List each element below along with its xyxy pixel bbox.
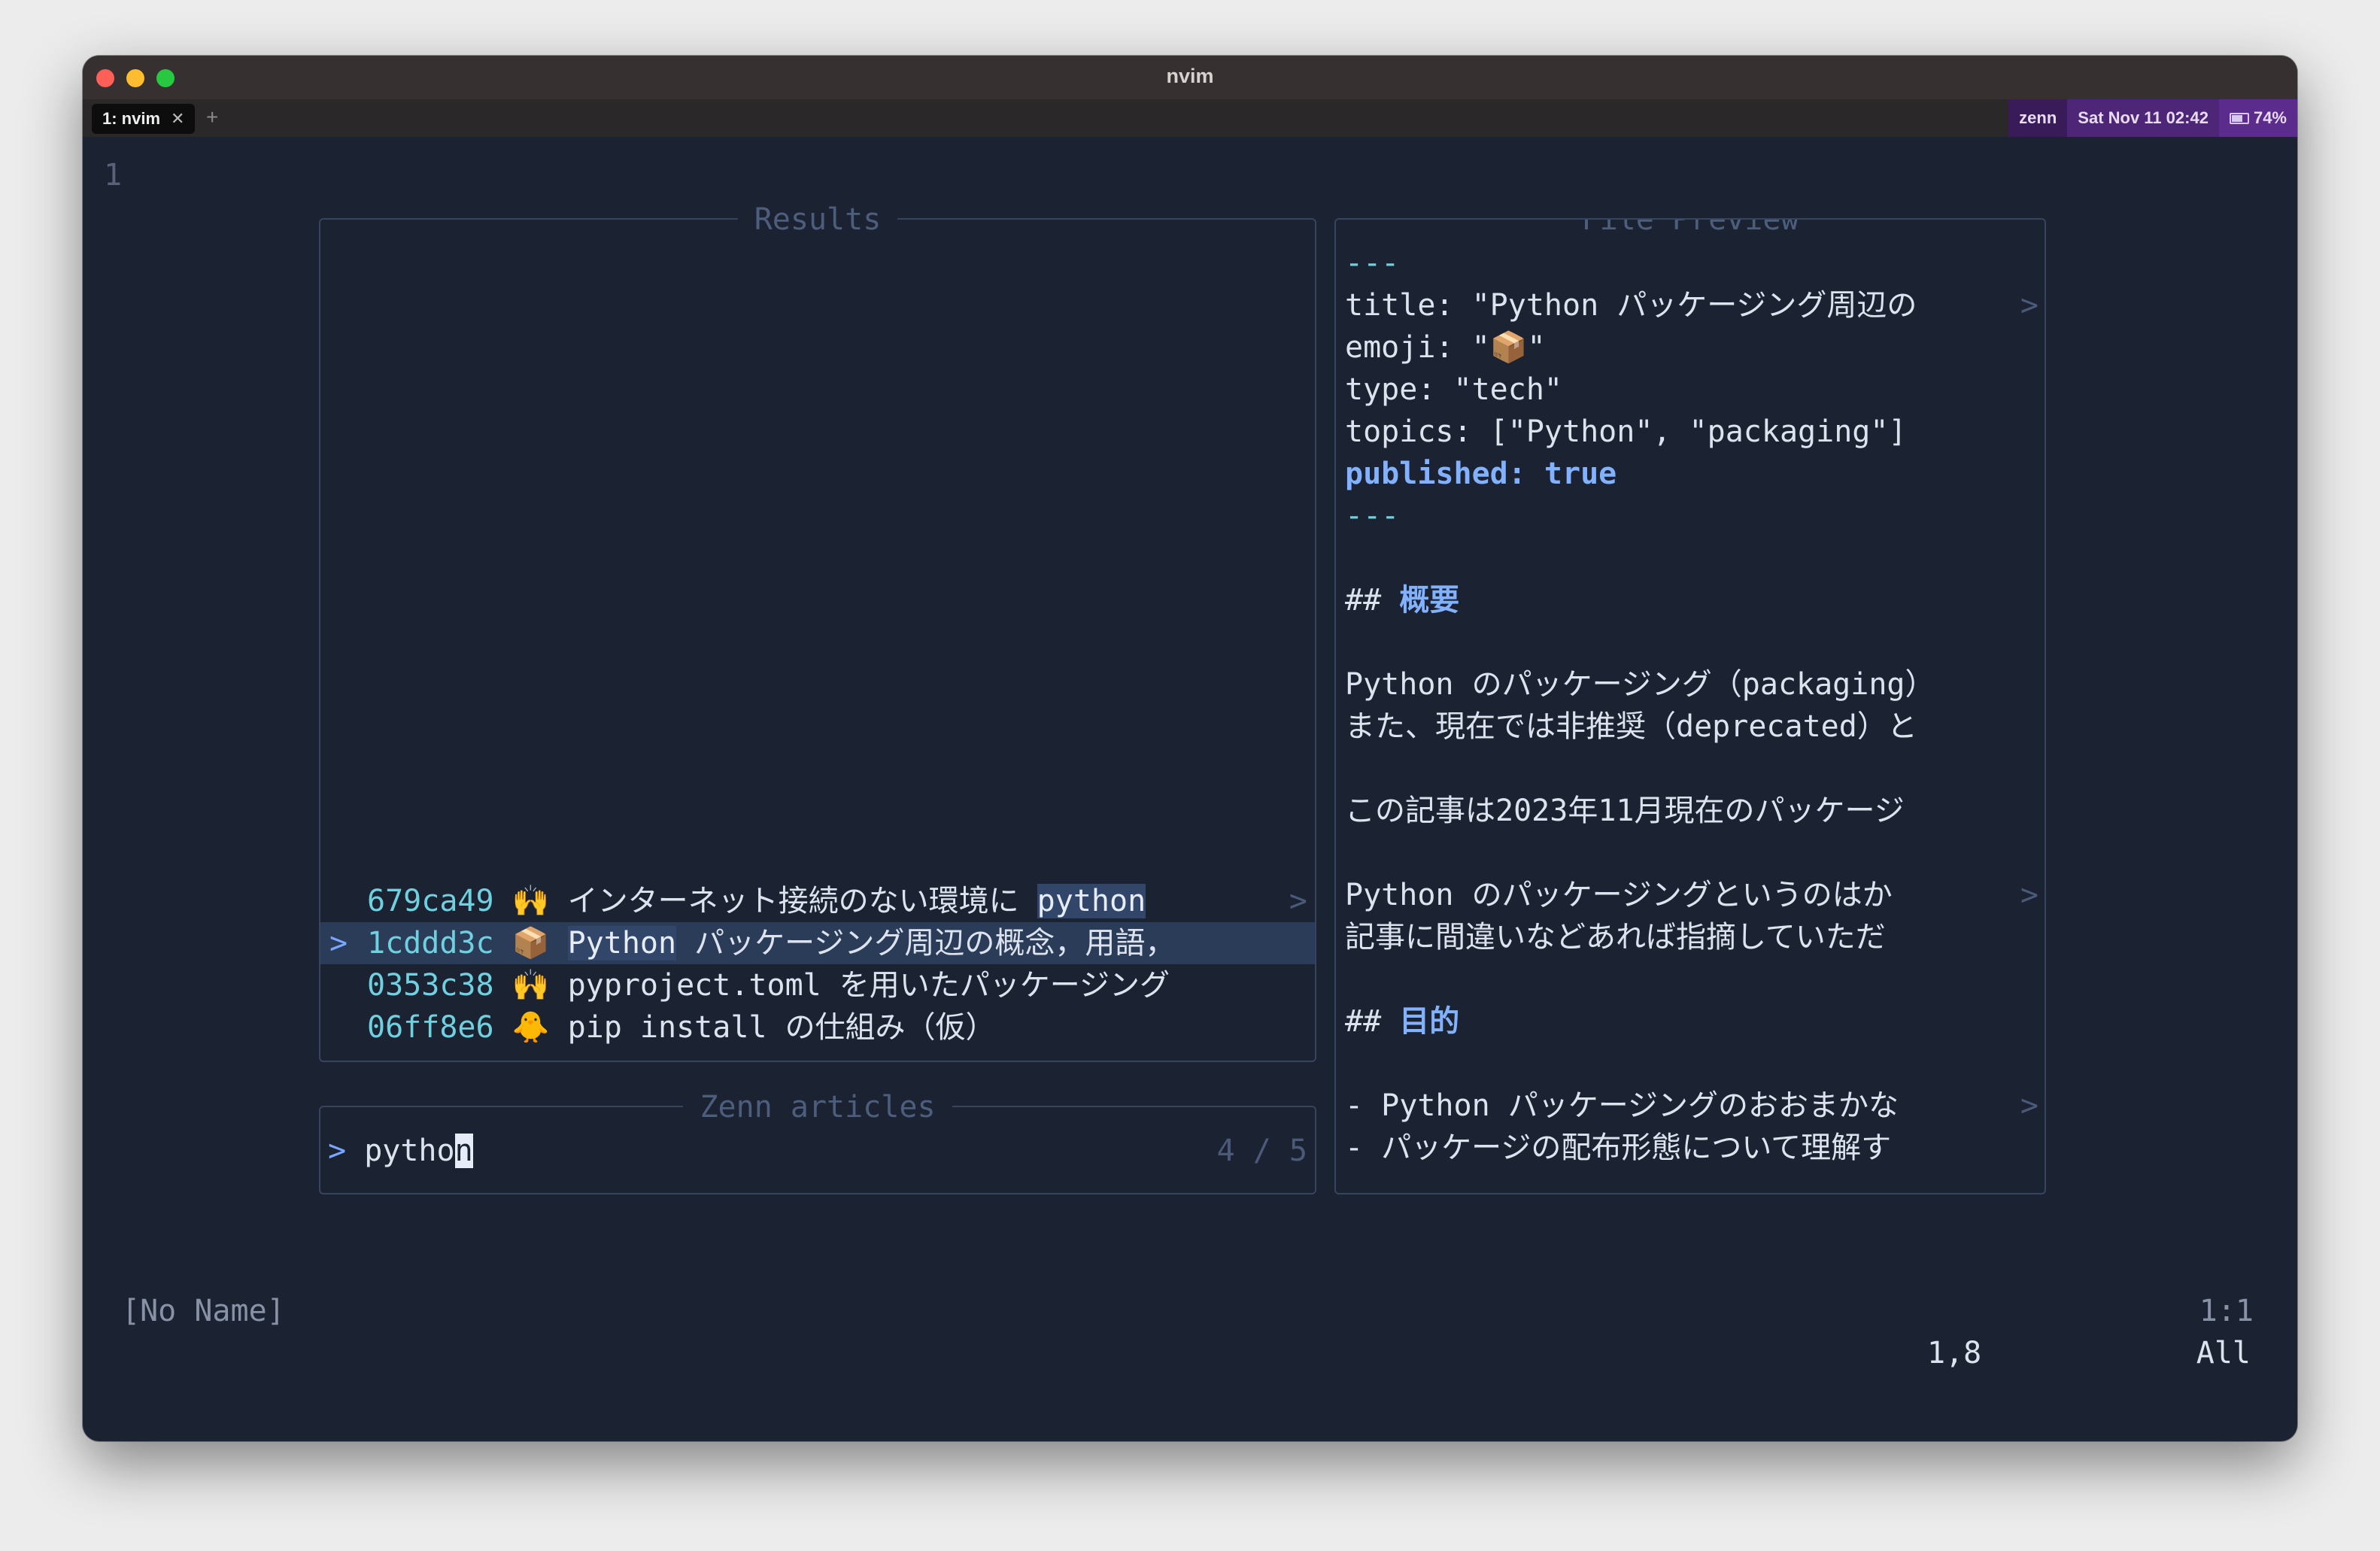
truncation-marker: > [2020, 288, 2038, 323]
search-input[interactable]: > python [328, 1130, 473, 1172]
heading-marker: ## [1345, 1004, 1400, 1039]
query-text: pytho [364, 1134, 455, 1168]
result-text: インターネット接続のない環境に [567, 884, 1037, 918]
preview-line [1345, 958, 2038, 1000]
heading-text: 目的 [1399, 1004, 1460, 1039]
preview-line: topics: ["Python", "packaging"] [1345, 414, 1907, 449]
preview-line: また、現在では非推奨（deprecated）と [1345, 709, 1917, 744]
tmux-status-right: zenn Sat Nov 11 02:42 74% [2008, 99, 2297, 137]
article-emoji: 📦 [512, 926, 550, 961]
article-emoji: 🙌 [512, 968, 550, 1003]
search-panel: Zenn articles > python 4 / 5 [319, 1090, 1316, 1194]
scroll-indicator: All [2196, 1336, 2251, 1370]
search-title: Zenn articles [320, 1086, 1315, 1128]
result-row[interactable]: 679ca49 🙌 インターネット接続のない環境に python > [320, 880, 1315, 922]
result-row[interactable]: 06ff8e6 🐥 pip install の仕組み（仮） [320, 1006, 1315, 1049]
commit-hash: 1cddd3c [367, 926, 494, 961]
session-name: zenn [2008, 99, 2068, 137]
commit-hash: 06ff8e6 [367, 1010, 494, 1045]
text-cursor: n [454, 1134, 473, 1168]
new-tab-button[interactable]: + [206, 105, 218, 129]
result-text: パッケージング周辺の概念，用語， [676, 926, 1176, 961]
heading-marker: ## [1345, 583, 1400, 618]
battery-status: 74% [2218, 99, 2297, 137]
battery-percent: 74% [2253, 108, 2287, 127]
selection-caret: > [329, 926, 348, 961]
preview-line: --- [1345, 499, 1400, 533]
tab-nvim[interactable]: 1: nvim ✕ [92, 104, 196, 134]
preview-line: published: true [1345, 457, 1617, 491]
preview-line: - Python パッケージングのおおまかな > [1345, 1085, 2038, 1127]
preview-line: --- [1345, 246, 1400, 281]
preview-line: 記事に間違いなどあれば指摘していただ [1345, 920, 1886, 955]
result-text: pyproject.toml を用いたパッケージング [567, 968, 1170, 1003]
preview-line: - パッケージの配布形態について理解す [1345, 1131, 1892, 1165]
buffer-name: [No Name] [122, 1294, 285, 1328]
preview-line: この記事は2023年11月現在のパッケージ [1345, 794, 1905, 828]
preview-line: Python のパッケージング（packaging） [1345, 667, 1935, 702]
truncation-marker: > [2020, 878, 2038, 912]
prompt-char: > [328, 1134, 347, 1168]
preview-line: title: "Python パッケージング周辺の > [1345, 284, 2038, 326]
result-row[interactable]: 0353c38 🙌 pyproject.toml を用いたパッケージング [320, 964, 1315, 1006]
datetime: Sat Nov 11 02:42 [2067, 99, 2219, 137]
window-title: nvim [1166, 65, 1214, 87]
article-emoji: 🙌 [512, 884, 550, 918]
result-text: pip install の仕組み（仮） [567, 1010, 996, 1045]
article-emoji: 🐥 [512, 1010, 550, 1045]
results-list: 679ca49 🙌 インターネット接続のない環境に python > >1cddd… [320, 880, 1315, 1049]
result-row[interactable]: >1cddd3c 📦 Python パッケージング周辺の概念，用語， [320, 922, 1315, 964]
preview-title: File Preview [1336, 220, 2045, 241]
preview-line: ## 概要 [1345, 579, 2038, 621]
battery-icon [2229, 112, 2249, 124]
close-icon[interactable]: ✕ [171, 109, 184, 129]
heading-text: 概要 [1399, 583, 1460, 618]
commit-hash: 0353c38 [367, 968, 494, 1003]
match-highlight: Python [567, 926, 677, 961]
preview-line [1345, 748, 2038, 790]
ruler: 1,8 [1927, 1336, 1982, 1370]
line-number: 1 [104, 158, 123, 193]
preview-line [1345, 537, 2038, 579]
match-highlight: python [1037, 884, 1146, 918]
tab-bar: 1: nvim ✕ + zenn Sat Nov 11 02:42 74% [83, 99, 2297, 137]
preview-line [1345, 832, 2038, 874]
results-panel: Results 679ca49 🙌 インターネット接続のない環境に python… [319, 202, 1316, 1062]
truncation-marker: > [2020, 1088, 2038, 1123]
file-preview-panel: File Preview --- title: "Python パッケージング周辺… [1334, 218, 2046, 1194]
cursor-position: 1:1 [2199, 1294, 2254, 1328]
preview-content: --- title: "Python パッケージング周辺の > emoji: "📦" t… [1345, 242, 2038, 1169]
results-title: Results [320, 199, 1315, 241]
preview-line [1345, 621, 2038, 663]
title-bar: nvim [83, 56, 2297, 100]
truncation-marker: > [1289, 884, 1307, 918]
preview-line: emoji: "📦" [1345, 330, 1546, 365]
commit-hash: 679ca49 [367, 884, 494, 918]
terminal-window: nvim 1: nvim ✕ + zenn Sat Nov 11 02:42 7… [83, 56, 2297, 1441]
preview-line: ## 目的 [1345, 1000, 2038, 1043]
tab-label: 1: nvim [102, 109, 161, 128]
preview-line: Python のパッケージングというのはか > [1345, 874, 2038, 916]
preview-line [1345, 1043, 2038, 1085]
preview-line: type: "tech" [1345, 372, 1562, 407]
result-counter: 4 / 5 [1216, 1134, 1307, 1168]
